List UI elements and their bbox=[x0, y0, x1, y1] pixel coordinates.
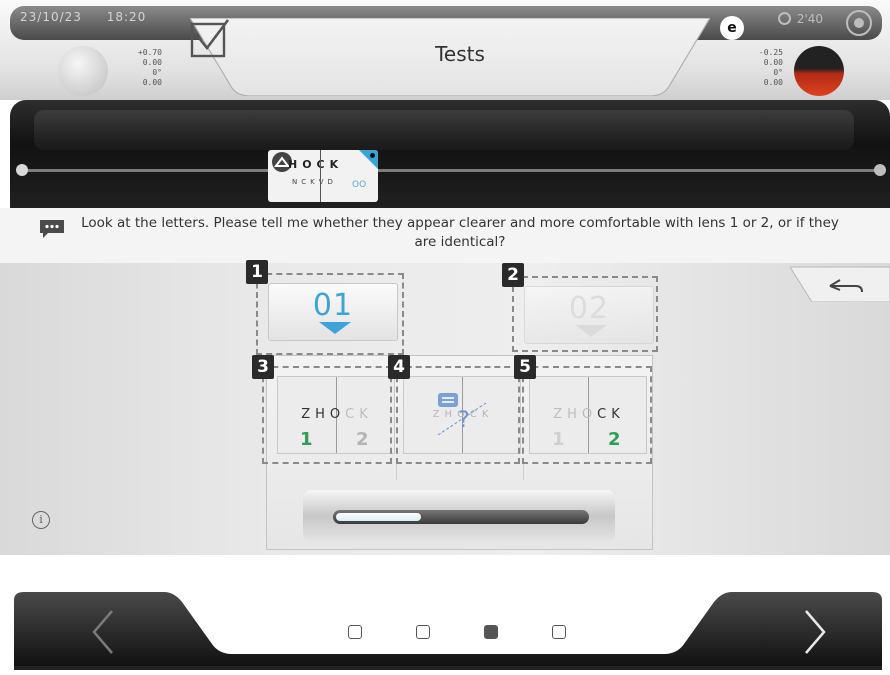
highlight-box-5 bbox=[522, 366, 652, 464]
page-dot-3[interactable] bbox=[484, 625, 498, 639]
callout-badge-4: 4 bbox=[388, 355, 410, 379]
page-dot-2[interactable] bbox=[416, 625, 430, 639]
lens-1-button[interactable]: 01 bbox=[268, 283, 398, 341]
title-tab: Tests bbox=[190, 18, 710, 96]
left-cylinder: 0.00 bbox=[142, 58, 162, 67]
corner-dot bbox=[370, 153, 375, 158]
right-eye-icon[interactable] bbox=[794, 46, 844, 96]
header: 23/10/23 18:20 e 2'40 +0.70 0.00 0° 0.00 bbox=[0, 0, 890, 100]
app-window: 23/10/23 18:20 e 2'40 +0.70 0.00 0° 0.00 bbox=[0, 0, 890, 675]
left-sphere: +0.70 bbox=[137, 48, 162, 57]
instruction-bar: Look at the letters. Please tell me whet… bbox=[0, 208, 890, 263]
callout-badge-5: 5 bbox=[514, 355, 536, 379]
right-add: 0.00 bbox=[763, 78, 783, 87]
clock-icon bbox=[778, 12, 791, 25]
target-icon[interactable] bbox=[846, 10, 872, 36]
previous-arrow-button[interactable] bbox=[84, 607, 124, 657]
chart-thumbnail[interactable]: HOCK NCKVD OO bbox=[268, 150, 378, 202]
left-eye-icon[interactable] bbox=[58, 46, 108, 96]
left-add: 0.00 bbox=[142, 78, 162, 87]
main-panel: 1 01 2 02 ZHOCK 1 2 ZHOCK ? ZHOCK 1 2 3 … bbox=[0, 260, 890, 555]
highlight-box-4 bbox=[396, 366, 520, 464]
lens-2-button[interactable]: 02 bbox=[524, 286, 654, 344]
lens-1-selected-indicator bbox=[319, 322, 351, 334]
chart-line-1: HOCK bbox=[288, 158, 344, 171]
timer: 2'40 bbox=[778, 12, 823, 26]
timeline-end-knob[interactable] bbox=[874, 164, 886, 176]
chart-line-2: NCKVD bbox=[292, 178, 337, 186]
page-indicator bbox=[348, 625, 578, 641]
right-cylinder: 0.00 bbox=[763, 58, 783, 67]
callout-badge-3: 3 bbox=[252, 355, 274, 379]
corner-flag-icon bbox=[359, 150, 378, 170]
highlight-box-3 bbox=[262, 366, 392, 464]
back-tab[interactable] bbox=[790, 266, 890, 302]
progress-fill bbox=[336, 513, 421, 521]
speech-bubble-icon bbox=[40, 220, 64, 238]
test-timeline: HOCK NCKVD OO bbox=[10, 100, 890, 208]
datetime: 23/10/23 18:20 bbox=[20, 10, 166, 24]
left-axis: 0° bbox=[152, 68, 162, 77]
timeline-shade bbox=[34, 110, 854, 150]
callout-badge-1: 1 bbox=[246, 260, 268, 284]
progress-well bbox=[303, 490, 615, 542]
time-text: 18:20 bbox=[106, 10, 147, 24]
page-dot-4[interactable] bbox=[552, 625, 566, 639]
page-dot-1[interactable] bbox=[348, 625, 362, 639]
next-arrow-button[interactable] bbox=[794, 607, 834, 657]
exchange-icon[interactable]: e bbox=[720, 16, 744, 40]
progress-bar bbox=[333, 510, 589, 524]
lens-1-label: 01 bbox=[312, 288, 354, 323]
checkbox-tests-icon bbox=[190, 19, 230, 58]
callout-badge-2: 2 bbox=[502, 263, 524, 287]
chart-circles: OO bbox=[352, 180, 367, 190]
instruction-text: Look at the letters. Please tell me whet… bbox=[81, 215, 839, 250]
chart-split-line bbox=[320, 150, 321, 202]
timeline-start-knob[interactable] bbox=[16, 164, 28, 176]
right-sphere: -0.25 bbox=[758, 48, 783, 57]
info-icon[interactable]: i bbox=[32, 511, 50, 529]
lens-2-indicator bbox=[575, 325, 607, 337]
right-eye-prescription: -0.25 0.00 0° 0.00 bbox=[738, 48, 783, 88]
date-text: 23/10/23 bbox=[20, 10, 82, 24]
lens-2-label: 02 bbox=[568, 291, 610, 326]
page-title: Tests bbox=[435, 42, 485, 66]
left-eye-prescription: +0.70 0.00 0° 0.00 bbox=[110, 48, 162, 88]
timer-text: 2'40 bbox=[796, 12, 824, 26]
footer-nav bbox=[14, 592, 882, 670]
timeline-track bbox=[22, 169, 886, 172]
right-axis: 0° bbox=[773, 68, 783, 77]
